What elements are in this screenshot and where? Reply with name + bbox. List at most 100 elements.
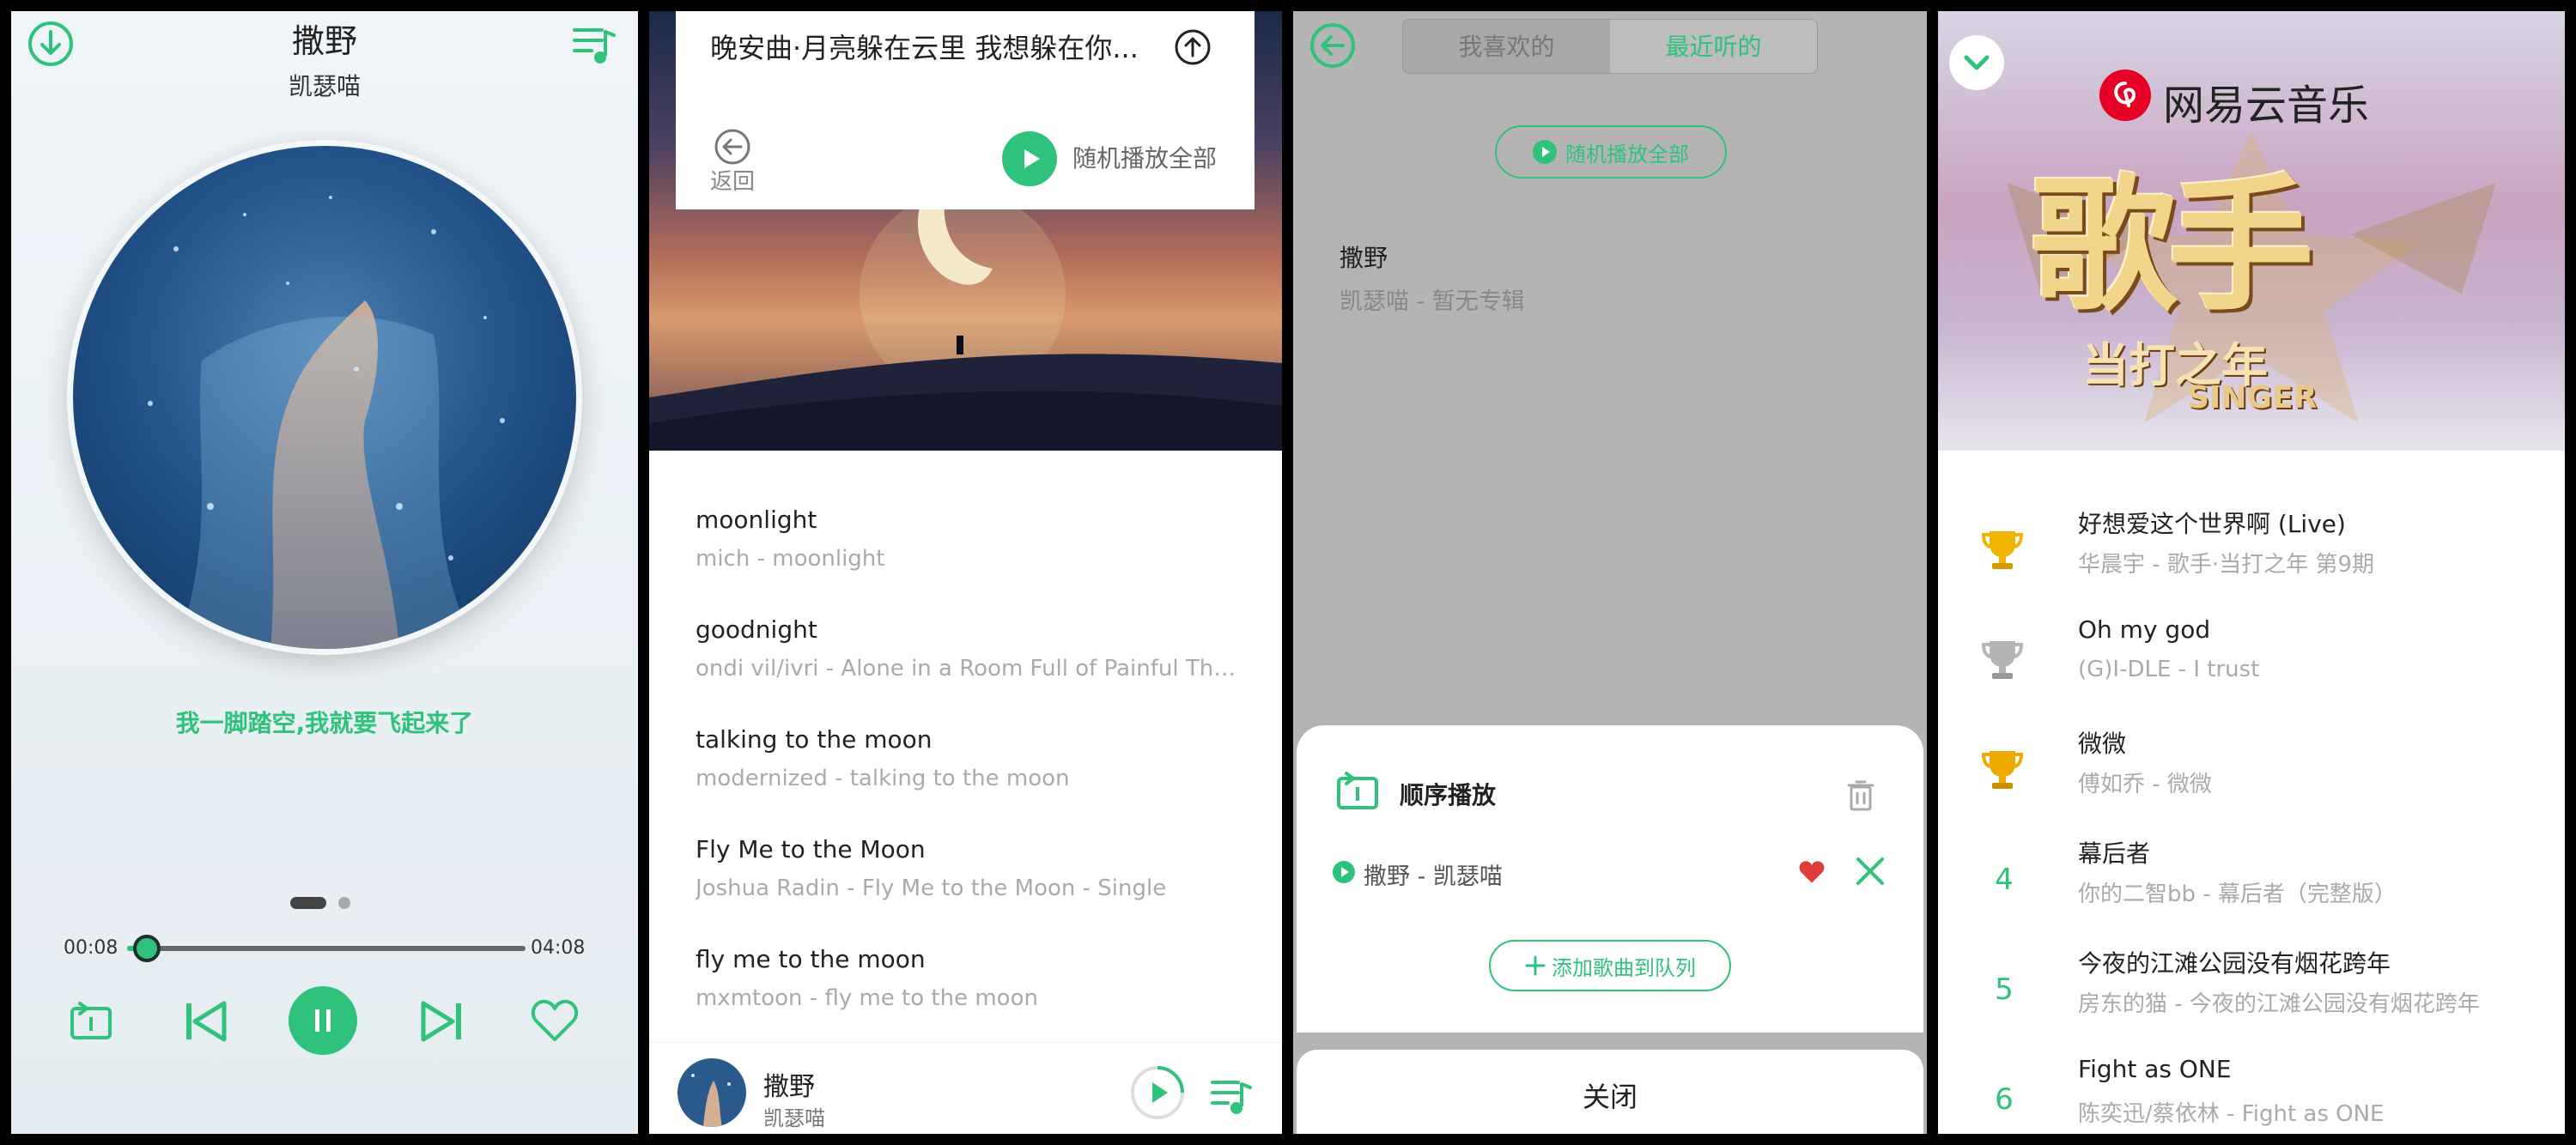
song-subtitle: Joshua Radin - Fly Me to the Moon - Sing… bbox=[696, 875, 1167, 901]
page-indicator-active bbox=[290, 897, 326, 909]
chart-screen: 网易云音乐 歌手 当打之年 SINGER 好想爱这个世界啊 (Live) 华晨宇… bbox=[1938, 11, 2565, 1134]
library-screen: 我喜欢的 最近听的 随机播放全部 撒野 凯瑟喵 - 暂无专辑 顺序播放 撒野 -… bbox=[1293, 11, 1927, 1134]
chart-cover: 网易云音乐 歌手 当打之年 SINGER bbox=[1938, 11, 2565, 451]
mini-album-cover bbox=[677, 1058, 746, 1127]
shuffle-play-label[interactable]: 随机播放全部 bbox=[1072, 140, 1217, 174]
close-label: 关闭 bbox=[1582, 1081, 1637, 1113]
mini-song-artist: 凯瑟喵 bbox=[763, 1106, 825, 1130]
song-subtitle: modernized - talking to the moon bbox=[696, 766, 1070, 791]
list-item[interactable]: 6 Fight as ONE 陈奕迅/蔡依林 - Fight as ONE bbox=[1938, 1055, 2565, 1134]
back-icon[interactable] bbox=[714, 128, 751, 166]
rank-number: 6 bbox=[1995, 1082, 2014, 1117]
plus-icon bbox=[1525, 955, 1546, 976]
list-item[interactable]: Oh my god (G)I-DLE - I trust bbox=[1938, 615, 2565, 710]
playlist-screen: 晚安曲·月亮躲在云里 我想躲在你... 返回 随机播放全部 moonlight … bbox=[649, 11, 1282, 1134]
song-title: 撒野 bbox=[291, 22, 357, 60]
song-subtitle: 傅如乔 - 微微 bbox=[2078, 772, 2212, 797]
song-subtitle: (G)I-DLE - I trust bbox=[2078, 657, 2260, 682]
song-title: 今夜的江滩公园没有烟花跨年 bbox=[2078, 949, 2391, 978]
album-cover bbox=[73, 146, 576, 649]
song-subtitle: ondi vil/ivri - Alone in a Room Full of … bbox=[696, 656, 1236, 682]
remove-icon[interactable] bbox=[1855, 856, 1886, 887]
shuffle-play-button[interactable]: 随机播放全部 bbox=[1495, 125, 1727, 179]
song-title: 幕后者 bbox=[2078, 839, 2151, 868]
netease-logo-icon bbox=[2099, 70, 2151, 121]
song-title: goodnight bbox=[696, 615, 817, 644]
duration: 04:08 bbox=[531, 937, 586, 959]
song-title: Fly Me to the Moon bbox=[696, 835, 926, 863]
list-item[interactable]: Fly Me to the Moon Joshua Radin - Fly Me… bbox=[696, 835, 1236, 901]
now-playing-icon bbox=[1333, 861, 1355, 883]
page-indicator[interactable] bbox=[338, 897, 350, 909]
play-mode-label[interactable]: 顺序播放 bbox=[1400, 777, 1496, 811]
recent-song-subtitle: 凯瑟喵 - 暂无专辑 bbox=[1340, 288, 1525, 315]
playlist-title: 晚安曲·月亮躲在云里 我想躲在你... bbox=[710, 32, 1139, 64]
player-screen: 撒野 凯瑟喵 我一脚踏空,我就要飞起来了 00:08 04:08 bbox=[11, 11, 638, 1134]
back-icon[interactable] bbox=[1309, 21, 1357, 70]
gold-trophy-icon bbox=[1981, 528, 2024, 572]
list-item[interactable]: moonlight mich - moonlight bbox=[696, 506, 1236, 572]
song-title: 微微 bbox=[2078, 730, 2127, 758]
list-item[interactable]: goodnight ondi vil/ivri - Alone in a Roo… bbox=[696, 615, 1236, 682]
mini-player[interactable]: 撒野 凯瑟喵 bbox=[649, 1042, 1282, 1134]
recent-song-title[interactable]: 撒野 bbox=[1340, 239, 1388, 274]
list-item[interactable]: 微微 傅如乔 - 微微 bbox=[1938, 725, 2565, 820]
heart-icon[interactable] bbox=[531, 998, 579, 1043]
collapse-up-icon[interactable] bbox=[1174, 28, 1212, 66]
library-tabs: 我喜欢的 最近听的 bbox=[1402, 19, 1818, 74]
list-item[interactable]: 5 今夜的江滩公园没有烟花跨年 房东的猫 - 今夜的江滩公园没有烟花跨年 bbox=[1938, 945, 2565, 1039]
song-subtitle: 房东的猫 - 今夜的江滩公园没有烟花跨年 bbox=[2078, 991, 2480, 1017]
song-subtitle: 华晨宇 - 歌手·当打之年 第9期 bbox=[2078, 552, 2374, 578]
queue-item[interactable]: 撒野 - 凯瑟喵 bbox=[1364, 857, 1503, 891]
song-subtitle: 你的二智bb - 幕后者（完整版） bbox=[2078, 881, 2397, 907]
banner-tag: SINGER bbox=[2187, 380, 2318, 415]
shuffle-play-button[interactable] bbox=[1002, 131, 1057, 186]
queue-sheet: 顺序播放 撒野 - 凯瑟喵 添加歌曲到队列 bbox=[1297, 725, 1923, 1033]
current-lyric: 我一脚踏空,我就要飞起来了 bbox=[175, 709, 474, 737]
song-title: moonlight bbox=[696, 506, 817, 534]
rank-number: 5 bbox=[1995, 972, 2014, 1007]
silver-trophy-icon bbox=[1981, 638, 2024, 682]
add-to-queue-label: 添加歌曲到队列 bbox=[1552, 955, 1696, 980]
queue-icon[interactable] bbox=[1209, 1075, 1252, 1117]
close-button[interactable]: 关闭 bbox=[1297, 1050, 1923, 1134]
bronze-trophy-icon bbox=[1981, 748, 2024, 792]
current-time: 00:08 bbox=[64, 937, 118, 959]
playlist-icon[interactable] bbox=[571, 23, 616, 66]
mini-song-title: 撒野 bbox=[763, 1072, 815, 1102]
rank-number: 4 bbox=[1995, 863, 2014, 897]
previous-icon[interactable] bbox=[181, 998, 229, 1045]
song-title: Fight as ONE bbox=[2078, 1055, 2232, 1083]
song-subtitle: mich - moonlight bbox=[696, 546, 885, 572]
progress-track[interactable] bbox=[127, 946, 526, 951]
collapse-down-icon[interactable] bbox=[1949, 35, 2004, 90]
song-subtitle: 陈奕迅/蔡依林 - Fight as ONE bbox=[2078, 1101, 2385, 1127]
tab-favorites[interactable]: 我喜欢的 bbox=[1403, 20, 1610, 73]
song-title: 好想爱这个世界啊 (Live) bbox=[2078, 510, 2346, 538]
repeat-order-icon[interactable] bbox=[68, 998, 114, 1045]
song-title: talking to the moon bbox=[696, 725, 933, 754]
progress-thumb[interactable] bbox=[132, 935, 161, 962]
song-subtitle: mxmtoon - fly me to the moon bbox=[696, 985, 1038, 1011]
tab-recent[interactable]: 最近听的 bbox=[1610, 20, 1817, 73]
next-icon[interactable] bbox=[418, 998, 466, 1045]
trash-icon[interactable] bbox=[1846, 778, 1875, 811]
song-title: Oh my god bbox=[2078, 615, 2211, 644]
heart-icon[interactable] bbox=[1798, 859, 1826, 885]
add-to-queue-button[interactable]: 添加歌曲到队列 bbox=[1489, 940, 1731, 991]
shuffle-play-label: 随机播放全部 bbox=[1565, 142, 1689, 167]
brand-name: 网易云音乐 bbox=[2163, 82, 2370, 130]
repeat-order-icon[interactable] bbox=[1334, 768, 1381, 815]
banner-title: 歌手 bbox=[2031, 160, 2314, 331]
list-item[interactable]: fly me to the moon mxmtoon - fly me to t… bbox=[696, 945, 1236, 1011]
playlist-header-card: 晚安曲·月亮躲在云里 我想躲在你... 返回 随机播放全部 bbox=[676, 11, 1255, 209]
list-item[interactable]: 好想爱这个世界啊 (Live) 华晨宇 - 歌手·当打之年 第9期 bbox=[1938, 506, 2565, 600]
list-item[interactable]: talking to the moon modernized - talking… bbox=[696, 725, 1236, 791]
song-title: fly me to the moon bbox=[696, 945, 926, 973]
song-artist: 凯瑟喵 bbox=[288, 72, 361, 100]
play-icon bbox=[1533, 140, 1557, 164]
list-item[interactable]: 4 幕后者 你的二智bb - 幕后者（完整版） bbox=[1938, 835, 2565, 930]
mini-play-button[interactable] bbox=[1130, 1065, 1185, 1120]
pause-button[interactable] bbox=[288, 985, 358, 1056]
back-label[interactable]: 返回 bbox=[710, 164, 755, 196]
